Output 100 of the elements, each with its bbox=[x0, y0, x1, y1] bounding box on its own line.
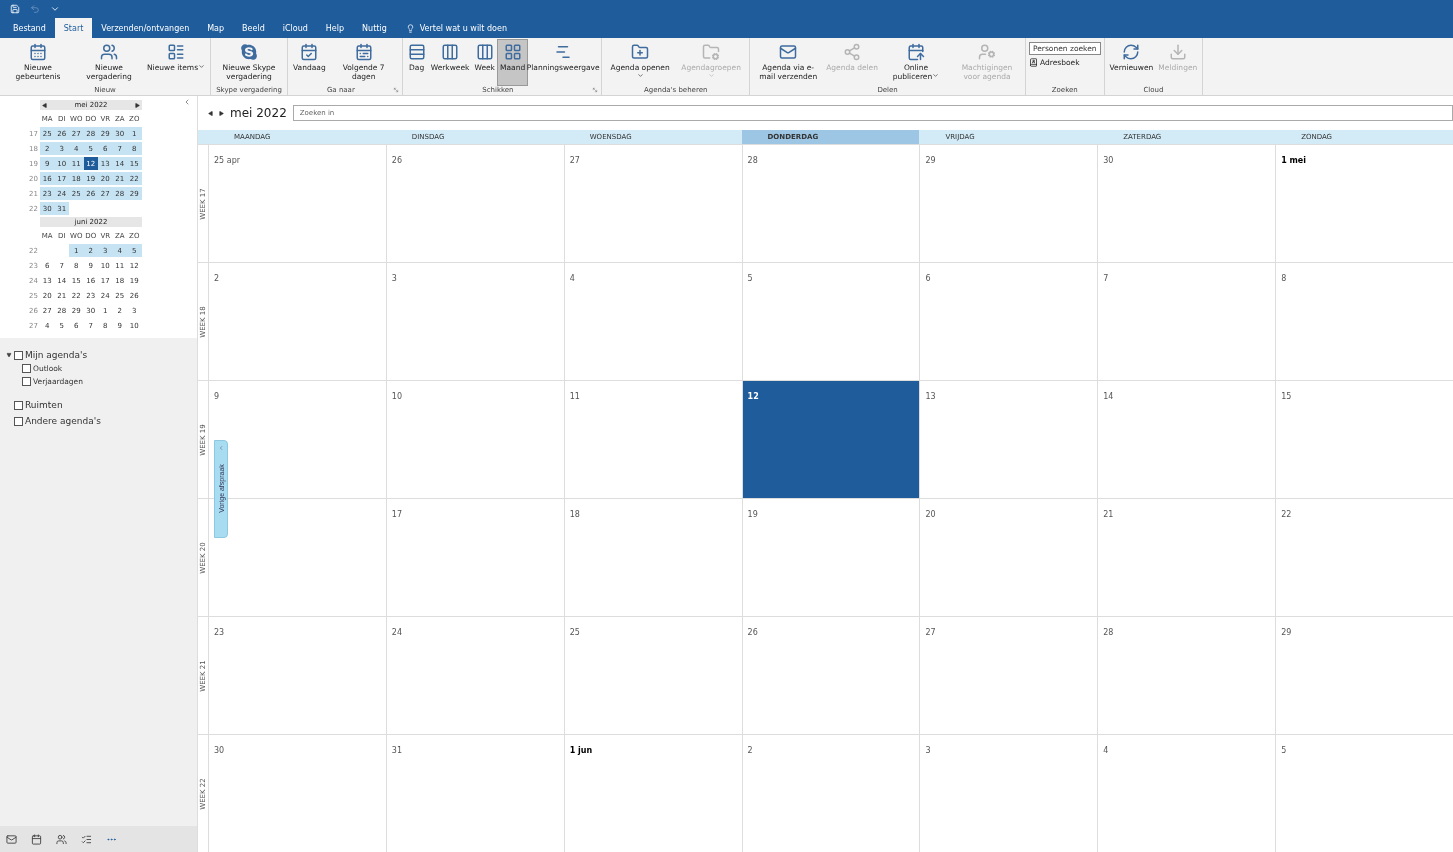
checkbox[interactable] bbox=[14, 416, 23, 426]
day-cell[interactable]: 20 bbox=[919, 498, 1098, 616]
weekday-header-corner bbox=[198, 130, 208, 144]
calendar-range-icon bbox=[354, 43, 373, 61]
checkbox[interactable] bbox=[14, 400, 23, 410]
calendar-icon[interactable] bbox=[31, 833, 42, 845]
day-cell[interactable]: 2 bbox=[741, 734, 920, 852]
day-cell[interactable]: 22 bbox=[1275, 498, 1453, 616]
day-number: 13 bbox=[925, 392, 936, 401]
skype-icon bbox=[240, 43, 259, 61]
day-number: 25 apr bbox=[214, 156, 240, 165]
day-number: 9 bbox=[214, 392, 220, 401]
day-number: 20 bbox=[925, 510, 936, 519]
customize-button[interactable] bbox=[50, 4, 60, 14]
day-cell[interactable]: 26 bbox=[741, 616, 920, 734]
day-cell[interactable]: 1 mei bbox=[1275, 144, 1453, 262]
checkbox[interactable] bbox=[22, 364, 31, 373]
people-icon[interactable] bbox=[56, 833, 67, 845]
day-cell[interactable]: 19 bbox=[741, 498, 920, 616]
ribbon-tab[interactable]: Map bbox=[198, 18, 234, 38]
day-cell[interactable]: 13 bbox=[919, 380, 1098, 498]
calendar-group-label[interactable]: Ruimten bbox=[25, 400, 63, 410]
day-number: 5 bbox=[747, 274, 753, 283]
day-cell[interactable]: 27 bbox=[563, 144, 742, 262]
columns-icon bbox=[475, 43, 494, 61]
day-number: 27 bbox=[925, 628, 936, 637]
day-cell[interactable]: 29 bbox=[919, 144, 1098, 262]
day-cell[interactable]: 1 jun bbox=[563, 734, 742, 852]
day-cell[interactable]: 21 bbox=[1097, 498, 1276, 616]
dropdown-caret-icon bbox=[636, 72, 644, 79]
day-cell[interactable]: 6 bbox=[919, 262, 1098, 380]
ribbon-tab[interactable]: Bestand bbox=[4, 18, 55, 38]
day-cell[interactable]: 8 bbox=[1275, 262, 1453, 380]
day-cell[interactable]: 30 bbox=[1097, 144, 1276, 262]
calendar-group-label[interactable]: Andere agenda's bbox=[25, 416, 101, 426]
calendar-upload-icon bbox=[907, 43, 925, 61]
day-cell[interactable]: 28 bbox=[741, 144, 920, 262]
day-cell[interactable]: 25 bbox=[563, 616, 742, 734]
previous-month-button[interactable] bbox=[42, 102, 47, 108]
day-cell[interactable]: 24 bbox=[385, 616, 564, 734]
checkbox[interactable] bbox=[14, 350, 23, 360]
previous-button[interactable] bbox=[208, 110, 213, 116]
day-cell[interactable]: 25 apr bbox=[208, 144, 386, 262]
save-button[interactable] bbox=[10, 4, 20, 14]
day-cell[interactable]: 10 bbox=[385, 380, 564, 498]
day-cell[interactable]: 14 bbox=[1097, 380, 1276, 498]
day-cell[interactable]: 31 bbox=[385, 734, 564, 852]
next-button[interactable] bbox=[219, 110, 224, 116]
day-number: 25 bbox=[569, 628, 580, 637]
day-cell[interactable]: 5 bbox=[1275, 734, 1453, 852]
ribbon-tab[interactable]: Beeld bbox=[233, 18, 274, 38]
day-cell[interactable]: 18 bbox=[563, 498, 742, 616]
dialog-launcher-icon[interactable] bbox=[592, 87, 599, 93]
day-cell[interactable]: 3 bbox=[385, 262, 564, 380]
day-cell[interactable]: 4 bbox=[563, 262, 742, 380]
day-cell[interactable]: 2 bbox=[208, 262, 386, 380]
day-cell[interactable]: 27 bbox=[919, 616, 1098, 734]
dropdown-caret-icon bbox=[932, 72, 940, 79]
dropdown-caret-icon bbox=[707, 72, 715, 79]
day-number: 29 bbox=[1281, 628, 1292, 637]
ribbon-tab[interactable]: Start bbox=[54, 18, 93, 38]
ribbon-tab[interactable]: Help bbox=[316, 18, 354, 38]
checkbox[interactable] bbox=[22, 377, 31, 386]
day-cell[interactable]: 3 bbox=[919, 734, 1098, 852]
day-cell[interactable]: 12 bbox=[741, 380, 920, 498]
tell-me-text[interactable]: Vertel wat u wilt doen bbox=[419, 23, 507, 33]
day-cell[interactable]: 17 bbox=[385, 498, 564, 616]
calendar-group-label[interactable]: Mijn agenda's bbox=[25, 350, 88, 360]
ribbon-tab[interactable]: Verzenden/ontvangen bbox=[92, 18, 199, 38]
day-number: 29 bbox=[925, 156, 936, 165]
day-cell[interactable]: 5 bbox=[741, 262, 920, 380]
day-number: 15 bbox=[1281, 392, 1292, 401]
day-cell[interactable]: 7 bbox=[1097, 262, 1276, 380]
collapse-button[interactable] bbox=[183, 98, 191, 106]
day-cell[interactable]: 15 bbox=[1275, 380, 1453, 498]
day-number: 26 bbox=[391, 156, 403, 165]
day-cell[interactable]: 11 bbox=[563, 380, 742, 498]
mail-icon[interactable] bbox=[6, 833, 17, 845]
tasks-icon[interactable] bbox=[81, 833, 92, 845]
grid-icon bbox=[503, 43, 522, 61]
day-number: 28 bbox=[1103, 628, 1114, 637]
expand-arrow-icon[interactable] bbox=[6, 352, 12, 358]
day-number: 21 bbox=[1103, 510, 1114, 519]
day-number: 17 bbox=[391, 510, 403, 519]
share-icon bbox=[843, 43, 862, 61]
calendar-icon bbox=[29, 43, 47, 61]
day-cell[interactable]: 29 bbox=[1275, 616, 1453, 734]
day-cell[interactable]: 26 bbox=[385, 144, 564, 262]
ribbon-tab[interactable]: iCloud bbox=[273, 18, 317, 38]
day-cell[interactable]: 28 bbox=[1097, 616, 1276, 734]
ribbon-tab[interactable]: Nuttig bbox=[353, 18, 396, 38]
day-cell[interactable]: 23 bbox=[208, 616, 386, 734]
dialog-launcher-icon[interactable] bbox=[392, 87, 399, 93]
day-cell[interactable]: 30 bbox=[208, 734, 386, 852]
day-cell[interactable]: 4 bbox=[1097, 734, 1276, 852]
rows-icon bbox=[407, 43, 426, 61]
address-book-icon bbox=[1029, 58, 1038, 67]
next-month-button[interactable] bbox=[135, 102, 140, 108]
day-number: 23 bbox=[214, 628, 225, 637]
day-number: 2 bbox=[214, 274, 220, 283]
